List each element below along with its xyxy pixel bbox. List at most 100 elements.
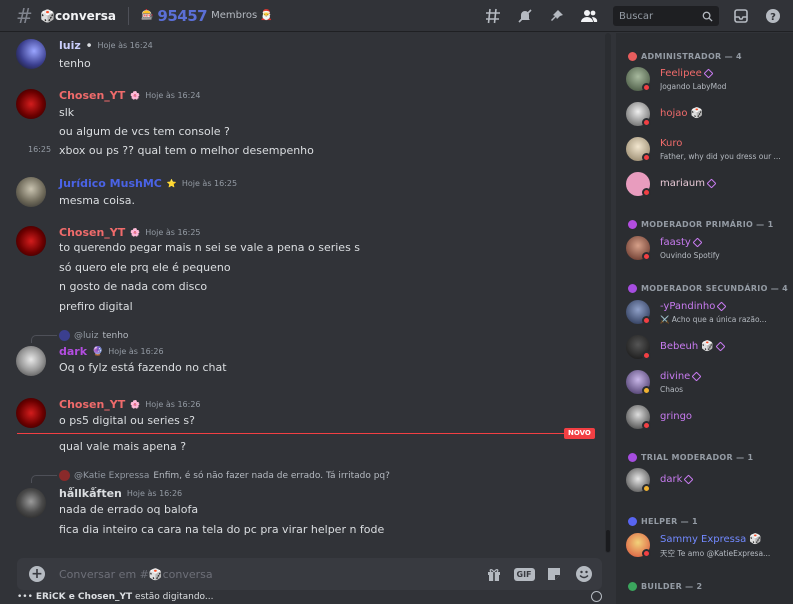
member-item[interactable]: hojao 🎲 [626,99,791,129]
avatar[interactable] [16,39,46,69]
inbox-icon[interactable] [729,4,753,28]
timestamp: Hoje às 16:26 [145,400,201,409]
member-activity: Father, why did you dress our ... [660,152,781,161]
timestamp: Hoje às 16:26 [108,347,164,356]
avatar[interactable] [16,226,46,256]
gift-icon[interactable] [484,564,504,584]
threads-icon[interactable] [481,4,505,28]
member-name: Sammy Expressa 🎲 [660,534,762,545]
member-activity: 天空 Te amo @KatieExpresa... [660,549,771,558]
emoji-icon[interactable] [574,564,594,584]
typing-users: ERiCK e Chosen_YT [35,592,133,602]
author-name[interactable]: Jurídico MushMC [59,177,162,190]
reply-mention: @Katie Expressa [74,470,150,481]
avatar[interactable] [16,177,46,207]
avatar[interactable] [16,488,46,518]
author-name[interactable]: dark [59,345,87,358]
gem-icon [716,301,727,312]
search-input[interactable]: Buscar [613,6,719,26]
role-title: MODERADOR SECUNDÁRIO — 4 [641,284,789,293]
pin-icon[interactable] [545,4,569,28]
member-item[interactable]: dark [626,465,791,495]
member-name-row: divine [660,371,702,382]
member-item[interactable]: gringo [626,402,791,432]
role-icon [628,582,637,591]
member-name: divine [660,371,691,382]
author-name[interactable]: Chosen_YT [59,89,125,102]
member-item[interactable]: Sammy Expressa 🎲 天空 Te amo @KatieExpresa… [626,530,791,560]
member-item[interactable]: divine Chaos [626,367,791,397]
new-messages-divider [17,433,594,434]
help-icon[interactable]: ? [761,4,785,28]
avatar[interactable] [16,398,46,428]
member-name-row: Sammy Expressa 🎲 [660,534,762,545]
gem-icon [706,178,717,189]
channel-name: 🎲conversa [40,8,116,23]
avatar[interactable] [16,89,46,119]
role-icon [628,284,637,293]
header-toolbar: Buscar ? [481,0,793,32]
role-header-helper: HELPER — 1 [628,517,698,526]
hover-timestamp: 16:25 [28,145,52,154]
upload-plus-button[interactable]: + [29,566,45,582]
author-name[interactable]: Chosen_YT [59,226,125,239]
member-name: dark [660,474,683,485]
member-item[interactable]: Bebeuh 🎲 [626,332,791,362]
search-placeholder: Buscar [619,10,654,22]
author-name[interactable]: Chosen_YT [59,398,125,411]
member-item[interactable]: faasty Ouvindo Spotify [626,233,791,263]
member-name-row: mariaum [660,178,717,189]
message-content: prefiro digital [59,300,133,313]
message-content: tenho [59,57,91,70]
message-input[interactable] [59,567,459,581]
member-activity: Ouvindo Spotify [660,251,720,260]
author-name[interactable]: luiz [59,39,81,52]
member-name-row: faasty [660,237,703,248]
reply-text: Enfim, é só não fazer nada de errado. Tá… [153,470,390,481]
message-header: Jurídico MushMC ⭐ Hoje às 16:25 [59,177,237,190]
message-content: ou algum de vcs tem console ? [59,125,230,138]
author-badge: ⚫ [85,41,93,50]
avatar[interactable] [16,346,46,376]
member-list[interactable]: ADMINISTRADOR — 4 Feelipee Jogando LabyM… [616,33,793,604]
member-name-row: hojao 🎲 [660,108,703,119]
typing-dots: ••• [17,592,33,602]
message-composer: + GIF [17,558,602,590]
member-item[interactable]: -yPandinho ⚔️ Acho que a única razão... [626,297,791,327]
author-badge: 🌸 [130,400,141,409]
dnd-status-icon [642,118,651,127]
reply-preview[interactable]: @luiz tenho [59,330,128,341]
mute-bell-icon[interactable] [513,4,537,28]
message-content: fica dia inteiro ca cara na tela do pc p… [59,523,385,536]
author-badge: 🌸 [130,228,141,237]
reply-connector [31,475,57,483]
message: Chosen_YT 🌸 Hoje às 16:24 slk ou algum d… [0,87,604,157]
timestamp: Hoje às 16:25 [145,228,201,237]
member-item[interactable]: Kuro Father, why did you dress our ... [626,134,791,164]
scrollbar-thumb[interactable] [606,530,610,552]
member-list-icon[interactable] [577,4,601,28]
topic-count: 95457 [157,6,208,25]
message-content: mesma coisa. [59,194,135,207]
gif-button[interactable]: GIF [513,564,535,584]
message-content: xbox ou ps ?? qual tem o melhor desempen… [59,144,314,157]
member-activity: Jogando LabyMod [660,82,727,91]
author-badge: 🌸 [130,91,141,100]
role-header-trial-moderador: TRIAL MODERADOR — 1 [628,453,753,462]
role-title: MODERADOR PRIMÁRIO — 1 [641,220,774,229]
message-list[interactable]: luiz ⚫ Hoje às 16:24 tenho Chosen_YT 🌸 H… [0,33,604,553]
scrollbar-track[interactable] [605,33,611,553]
dnd-status-icon [642,316,651,325]
sticker-icon[interactable] [544,564,564,584]
author-name[interactable]: hǻllkǻften [59,487,122,500]
author-badge: 🔮 [92,346,104,357]
hashtag-icon: # [16,3,33,28]
typing-indicator: ••• ERiCK e Chosen_YT estão digitando... [17,592,214,602]
member-name: faasty [660,237,691,248]
dnd-status-icon [642,188,651,197]
reply-preview[interactable]: @Katie Expressa Enfim, é só não fazer na… [59,470,390,481]
topic-prefix: 🎰 [140,10,154,21]
member-item[interactable]: mariaum [626,169,791,199]
member-item[interactable]: Feelipee Jogando LabyMod [626,64,791,94]
dnd-status-icon [642,549,651,558]
